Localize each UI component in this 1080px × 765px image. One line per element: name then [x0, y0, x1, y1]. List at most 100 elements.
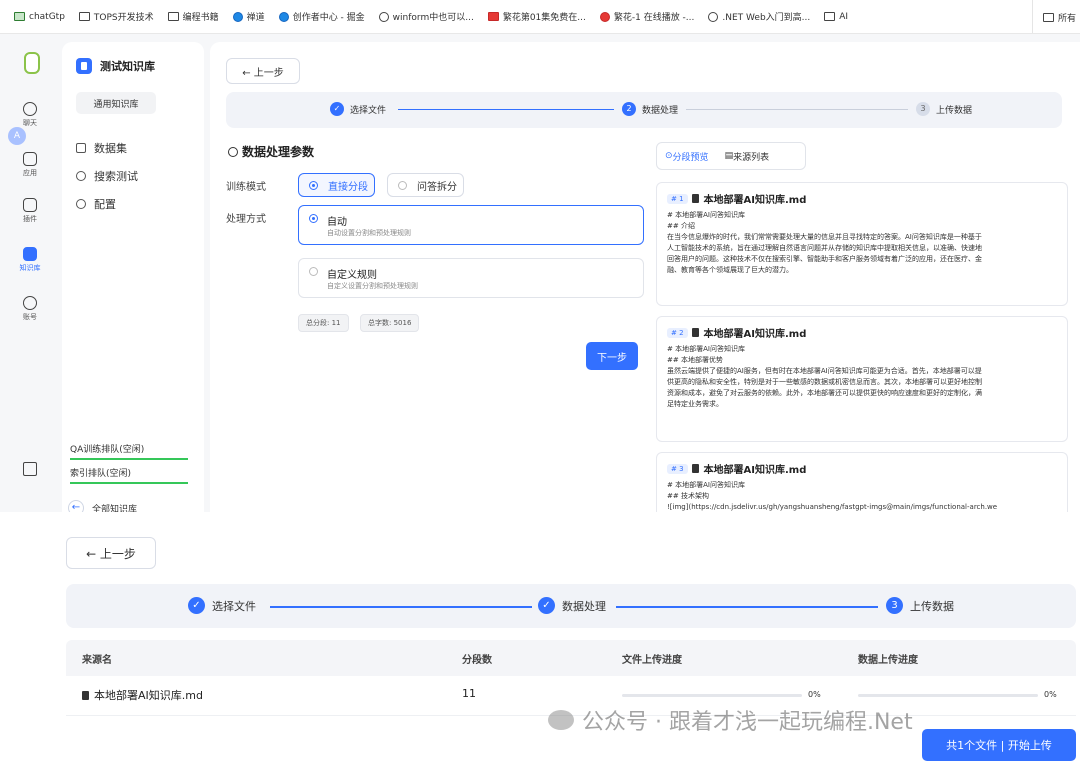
- step-select-file: ✓ 选择文件: [188, 597, 256, 614]
- nav-config[interactable]: 配置: [76, 196, 116, 212]
- watermark: 公众号 · 跟着才浅一起玩编程.Net: [548, 704, 913, 736]
- train-mode-direct[interactable]: 直接分段: [298, 173, 375, 197]
- file-icon: [82, 690, 89, 700]
- site-icon: [708, 11, 719, 22]
- chunk-card-1: # 1 本地部署AI知识库.md # 本地部署AI问答知识库 ## 介绍 在当今信…: [656, 182, 1068, 306]
- user-icon: [23, 296, 37, 310]
- gear-icon: [228, 146, 238, 157]
- data-progress-bar: [858, 694, 1038, 697]
- bookmark-fanhua-2[interactable]: 繁花-1 在线播放 -...: [599, 10, 694, 23]
- total-chars-badge: 总字数: 5016: [360, 314, 420, 332]
- process-mode-label: 处理方式: [226, 214, 266, 225]
- nav-dataset[interactable]: 数据集: [76, 140, 127, 156]
- upload-screen: ← 上一步 ✓ 选择文件 ✓ 数据处理 3 上传数据 来源名 分段数 文件上传进度 数…: [0, 512, 1080, 765]
- chunk-header: # 3 本地部署AI知识库.md: [667, 461, 1057, 476]
- nav-search-test[interactable]: 搜索测试: [76, 168, 138, 184]
- bookmark-dotnet[interactable]: .NET Web入门到高...: [708, 10, 810, 23]
- check-icon: ✓: [188, 597, 205, 614]
- bookmarks-bar: chatGtp TOPS开发技术 编程书籍 禅道 创作者中心 - 掘金 winf…: [0, 0, 1080, 34]
- file-icon: [691, 328, 699, 337]
- step-data-process: ✓ 数据处理: [538, 597, 606, 614]
- bookmark-zentao[interactable]: 禅道: [232, 10, 265, 23]
- chunk-card-3: # 3 本地部署AI知识库.md # 本地部署AI问答知识库 ## 技术架构 ![…: [656, 452, 1068, 512]
- table-header: 来源名 分段数 文件上传进度 数据上传进度: [66, 640, 1076, 676]
- kb-logo-icon: [76, 58, 92, 74]
- radio-icon: [309, 267, 318, 276]
- bookmark-winform[interactable]: winform中也可以...: [378, 10, 474, 23]
- tab-chunk-preview[interactable]: ⊙ 分段预览: [657, 143, 717, 169]
- step-upload: 3 上传数据: [916, 102, 972, 116]
- file-progress-bar: [622, 694, 802, 697]
- next-step-button[interactable]: 下一步: [586, 342, 638, 370]
- folder-icon: [167, 12, 179, 21]
- prev-step-button[interactable]: ← 上一步: [226, 58, 300, 84]
- file-icon: [691, 464, 699, 473]
- check-icon: ✓: [538, 597, 555, 614]
- app-logo: [24, 52, 40, 74]
- process-custom-option[interactable]: 自定义规则 自定义设置分割和预处理规则: [298, 258, 644, 298]
- step-connector: [616, 606, 878, 608]
- col-data-progress: 数据上传进度: [858, 655, 918, 666]
- check-icon: ✓: [330, 102, 344, 116]
- source-name: 本地部署AI知识库.md: [82, 687, 203, 703]
- bookmark-juejin[interactable]: 创作者中心 - 掘金: [278, 10, 365, 23]
- bookmark-ai[interactable]: AI: [824, 12, 848, 22]
- step-connector: [686, 109, 908, 111]
- rail-plugins[interactable]: 插件: [0, 198, 60, 224]
- avatar[interactable]: A: [8, 127, 26, 145]
- netflix-icon: [487, 12, 499, 21]
- bookmark-tops[interactable]: TOPS开发技术: [78, 10, 154, 23]
- rail-apps[interactable]: 应用: [0, 152, 60, 178]
- index-queue-status: 索引排队(空闲): [70, 466, 188, 484]
- chunk-header: # 1 本地部署AI知识库.md: [667, 191, 1057, 206]
- step-3-indicator: 3: [886, 597, 903, 614]
- gear-icon: [76, 199, 86, 209]
- bookmark-books[interactable]: 编程书籍: [167, 10, 219, 23]
- chat-icon: [23, 102, 37, 116]
- kb-type-badge: 通用知识库: [76, 92, 156, 114]
- chunk-card-2: # 2 本地部署AI知识库.md # 本地部署AI问答知识库 ## 本地部署优势 …: [656, 316, 1068, 442]
- step-connector: [270, 606, 532, 608]
- database-icon: [23, 247, 37, 261]
- kb-sidebar: 测试知识库 通用知识库 数据集 搜索测试 配置 QA训练排队(空闲) 索引排队(…: [62, 42, 204, 516]
- chunk-header: # 2 本地部署AI知识库.md: [667, 325, 1057, 340]
- bookmark-chatgpt[interactable]: chatGtp: [14, 12, 65, 22]
- dataset-icon: [76, 143, 86, 153]
- step-connector: [398, 109, 614, 111]
- stepper: ✓ 选择文件 ✓ 数据处理 3 上传数据: [66, 584, 1076, 628]
- rail-chat[interactable]: 聊天: [0, 102, 60, 128]
- app-rail: A 聊天 应用 插件 知识库 账号: [0, 34, 60, 512]
- stepper: ✓ 选择文件 2 数据处理 3 上传数据: [226, 92, 1062, 128]
- train-mode-qa[interactable]: 问答拆分: [387, 173, 464, 197]
- file-icon: [691, 194, 699, 203]
- section-title: 数据处理参数: [228, 143, 314, 160]
- prev-step-button[interactable]: ← 上一步: [66, 537, 156, 569]
- col-chunks: 分段数: [462, 655, 492, 666]
- start-upload-button[interactable]: 共1个文件 | 开始上传: [922, 729, 1076, 761]
- rail-account[interactable]: 账号: [0, 296, 60, 322]
- radio-icon: [309, 214, 318, 223]
- total-chunks-badge: 总分段: 11: [298, 314, 349, 332]
- step-data-process: 2 数据处理: [622, 102, 678, 116]
- tab-source-list[interactable]: ▤ 来源列表: [717, 143, 778, 169]
- search-test-icon: [76, 171, 86, 181]
- rail-knowledge-base[interactable]: 知识库: [0, 247, 60, 273]
- rail-docs[interactable]: [0, 462, 60, 478]
- file-progress-value: 0%: [808, 690, 821, 699]
- data-processing-screen: A 聊天 应用 插件 知识库 账号 测试知识库 通用知识库 数据集 搜索测试 配…: [0, 34, 1080, 516]
- bookmark-all[interactable]: 所有: [1031, 0, 1080, 33]
- video-icon: [599, 11, 610, 22]
- site-icon: [378, 11, 389, 22]
- bookmark-fanhua-1[interactable]: 繁花第01集免费在...: [487, 10, 586, 23]
- col-source: 来源名: [82, 655, 112, 666]
- step-select-file: ✓ 选择文件: [330, 102, 386, 116]
- process-auto-option[interactable]: 自动 自动设置分割和预处理规则: [298, 205, 644, 245]
- data-progress-value: 0%: [1044, 690, 1057, 699]
- wechat-icon: [548, 710, 574, 730]
- folder-icon: [824, 12, 836, 21]
- step-upload: 3 上传数据: [886, 597, 954, 614]
- robot-icon: [23, 152, 37, 166]
- juejin-icon: [278, 11, 289, 22]
- radio-icon: [398, 180, 407, 190]
- folder-icon: [1042, 12, 1054, 22]
